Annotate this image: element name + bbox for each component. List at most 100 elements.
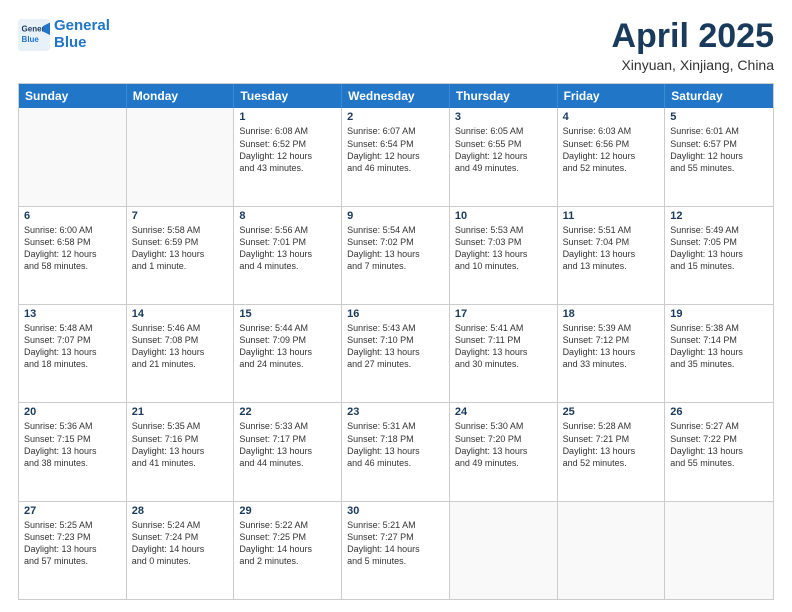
cal-cell-4-5 (558, 502, 666, 599)
day-number: 26 (670, 406, 768, 418)
page: General Blue General Blue April 2025 Xin… (0, 0, 792, 612)
cal-cell-1-2: 8 Sunrise: 5:56 AM Sunset: 7:01 PM Daylig… (234, 207, 342, 304)
day-number: 5 (670, 111, 768, 123)
cal-cell-1-4: 10 Sunrise: 5:53 AM Sunset: 7:03 PM Dayli… (450, 207, 558, 304)
cal-row-3: 20Sunrise: 5:36 AM Sunset: 7:15 PM Dayli… (19, 403, 773, 501)
cal-cell-0-5: 4 Sunrise: 6:03 AM Sunset: 6:56 PM Daylig… (558, 108, 666, 205)
cal-cell-2-4: 17Sunrise: 5:41 AM Sunset: 7:11 PM Dayli… (450, 305, 558, 402)
cal-row-1: 6 Sunrise: 6:00 AM Sunset: 6:58 PM Daylig… (19, 207, 773, 305)
cell-info: Sunrise: 5:53 AM Sunset: 7:03 PM Dayligh… (455, 224, 552, 273)
day-number: 6 (24, 210, 121, 222)
cell-info: Sunrise: 5:38 AM Sunset: 7:14 PM Dayligh… (670, 322, 768, 371)
cell-info: Sunrise: 5:36 AM Sunset: 7:15 PM Dayligh… (24, 420, 121, 469)
calendar-header: Sunday Monday Tuesday Wednesday Thursday… (19, 84, 773, 108)
header-saturday: Saturday (665, 84, 773, 108)
cell-info: Sunrise: 5:22 AM Sunset: 7:25 PM Dayligh… (239, 519, 336, 568)
cell-info: Sunrise: 6:03 AM Sunset: 6:56 PM Dayligh… (563, 125, 660, 174)
cal-cell-2-3: 16 Sunrise: 5:43 AM Sunset: 7:10 PM Dayli… (342, 305, 450, 402)
cell-info: Sunrise: 5:31 AM Sunset: 7:18 PM Dayligh… (347, 420, 444, 469)
day-number: 7 (132, 210, 229, 222)
cal-cell-3-1: 21Sunrise: 5:35 AM Sunset: 7:16 PM Dayli… (127, 403, 235, 500)
day-number: 3 (455, 111, 552, 123)
cal-cell-2-6: 19 Sunrise: 5:38 AM Sunset: 7:14 PM Dayli… (665, 305, 773, 402)
calendar: Sunday Monday Tuesday Wednesday Thursday… (18, 83, 774, 600)
cal-cell-2-1: 14 Sunrise: 5:46 AM Sunset: 7:08 PM Dayli… (127, 305, 235, 402)
cell-info: Sunrise: 5:43 AM Sunset: 7:10 PM Dayligh… (347, 322, 444, 371)
day-number: 28 (132, 505, 229, 517)
cell-info: Sunrise: 5:39 AM Sunset: 7:12 PM Dayligh… (563, 322, 660, 371)
day-number: 25 (563, 406, 660, 418)
day-number: 19 (670, 308, 768, 320)
day-number: 13 (24, 308, 121, 320)
cal-row-2: 13 Sunrise: 5:48 AM Sunset: 7:07 PM Dayli… (19, 305, 773, 403)
cell-info: Sunrise: 5:35 AM Sunset: 7:16 PM Dayligh… (132, 420, 229, 469)
cal-cell-3-4: 24Sunrise: 5:30 AM Sunset: 7:20 PM Dayli… (450, 403, 558, 500)
cell-info: Sunrise: 5:46 AM Sunset: 7:08 PM Dayligh… (132, 322, 229, 371)
cal-cell-3-3: 23Sunrise: 5:31 AM Sunset: 7:18 PM Dayli… (342, 403, 450, 500)
day-number: 15 (239, 308, 336, 320)
cal-cell-4-3: 30Sunrise: 5:21 AM Sunset: 7:27 PM Dayli… (342, 502, 450, 599)
cell-info: Sunrise: 5:51 AM Sunset: 7:04 PM Dayligh… (563, 224, 660, 273)
day-number: 2 (347, 111, 444, 123)
header: General Blue General Blue April 2025 Xin… (18, 18, 774, 73)
cell-info: Sunrise: 5:54 AM Sunset: 7:02 PM Dayligh… (347, 224, 444, 273)
month-title: April 2025 (611, 18, 774, 55)
cal-row-0: 1Sunrise: 6:08 AM Sunset: 6:52 PM Daylig… (19, 108, 773, 206)
cal-cell-1-5: 11 Sunrise: 5:51 AM Sunset: 7:04 PM Dayli… (558, 207, 666, 304)
day-number: 4 (563, 111, 660, 123)
day-number: 18 (563, 308, 660, 320)
day-number: 27 (24, 505, 121, 517)
cal-cell-1-6: 12 Sunrise: 5:49 AM Sunset: 7:05 PM Dayli… (665, 207, 773, 304)
day-number: 8 (239, 210, 336, 222)
cal-cell-4-0: 27 Sunrise: 5:25 AM Sunset: 7:23 PM Dayli… (19, 502, 127, 599)
cal-cell-1-3: 9 Sunrise: 5:54 AM Sunset: 7:02 PM Daylig… (342, 207, 450, 304)
header-tuesday: Tuesday (234, 84, 342, 108)
cell-info: Sunrise: 5:24 AM Sunset: 7:24 PM Dayligh… (132, 519, 229, 568)
cal-cell-4-1: 28 Sunrise: 5:24 AM Sunset: 7:24 PM Dayli… (127, 502, 235, 599)
cal-cell-1-0: 6 Sunrise: 6:00 AM Sunset: 6:58 PM Daylig… (19, 207, 127, 304)
header-thursday: Thursday (450, 84, 558, 108)
cell-info: Sunrise: 6:01 AM Sunset: 6:57 PM Dayligh… (670, 125, 768, 174)
cal-cell-0-4: 3Sunrise: 6:05 AM Sunset: 6:55 PM Daylig… (450, 108, 558, 205)
cell-info: Sunrise: 5:56 AM Sunset: 7:01 PM Dayligh… (239, 224, 336, 273)
cell-info: Sunrise: 5:28 AM Sunset: 7:21 PM Dayligh… (563, 420, 660, 469)
cal-cell-1-1: 7 Sunrise: 5:58 AM Sunset: 6:59 PM Daylig… (127, 207, 235, 304)
logo-icon: General Blue (18, 19, 50, 51)
cal-cell-4-6 (665, 502, 773, 599)
header-wednesday: Wednesday (342, 84, 450, 108)
svg-text:Blue: Blue (22, 35, 40, 44)
logo-line1: General (54, 17, 110, 34)
cell-info: Sunrise: 6:07 AM Sunset: 6:54 PM Dayligh… (347, 125, 444, 174)
header-monday: Monday (127, 84, 235, 108)
location-subtitle: Xinyuan, Xinjiang, China (611, 57, 774, 73)
cal-cell-2-0: 13 Sunrise: 5:48 AM Sunset: 7:07 PM Dayli… (19, 305, 127, 402)
day-number: 9 (347, 210, 444, 222)
cell-info: Sunrise: 5:33 AM Sunset: 7:17 PM Dayligh… (239, 420, 336, 469)
cal-cell-2-2: 15Sunrise: 5:44 AM Sunset: 7:09 PM Dayli… (234, 305, 342, 402)
day-number: 1 (239, 111, 336, 123)
day-number: 29 (239, 505, 336, 517)
cal-cell-0-2: 1Sunrise: 6:08 AM Sunset: 6:52 PM Daylig… (234, 108, 342, 205)
cell-info: Sunrise: 5:21 AM Sunset: 7:27 PM Dayligh… (347, 519, 444, 568)
cell-info: Sunrise: 6:00 AM Sunset: 6:58 PM Dayligh… (24, 224, 121, 273)
logo-line2: Blue (54, 34, 87, 51)
cell-info: Sunrise: 5:58 AM Sunset: 6:59 PM Dayligh… (132, 224, 229, 273)
cal-cell-0-3: 2 Sunrise: 6:07 AM Sunset: 6:54 PM Daylig… (342, 108, 450, 205)
day-number: 14 (132, 308, 229, 320)
cell-info: Sunrise: 5:48 AM Sunset: 7:07 PM Dayligh… (24, 322, 121, 371)
cell-info: Sunrise: 5:49 AM Sunset: 7:05 PM Dayligh… (670, 224, 768, 273)
day-number: 10 (455, 210, 552, 222)
header-sunday: Sunday (19, 84, 127, 108)
day-number: 11 (563, 210, 660, 222)
logo-text: General Blue (54, 18, 110, 51)
cal-cell-3-5: 25 Sunrise: 5:28 AM Sunset: 7:21 PM Dayli… (558, 403, 666, 500)
day-number: 12 (670, 210, 768, 222)
cal-cell-4-2: 29 Sunrise: 5:22 AM Sunset: 7:25 PM Dayli… (234, 502, 342, 599)
cell-info: Sunrise: 5:25 AM Sunset: 7:23 PM Dayligh… (24, 519, 121, 568)
day-number: 16 (347, 308, 444, 320)
day-number: 17 (455, 308, 552, 320)
cal-cell-0-6: 5 Sunrise: 6:01 AM Sunset: 6:57 PM Daylig… (665, 108, 773, 205)
cal-cell-3-2: 22Sunrise: 5:33 AM Sunset: 7:17 PM Dayli… (234, 403, 342, 500)
cal-cell-3-0: 20Sunrise: 5:36 AM Sunset: 7:15 PM Dayli… (19, 403, 127, 500)
cal-cell-4-4 (450, 502, 558, 599)
